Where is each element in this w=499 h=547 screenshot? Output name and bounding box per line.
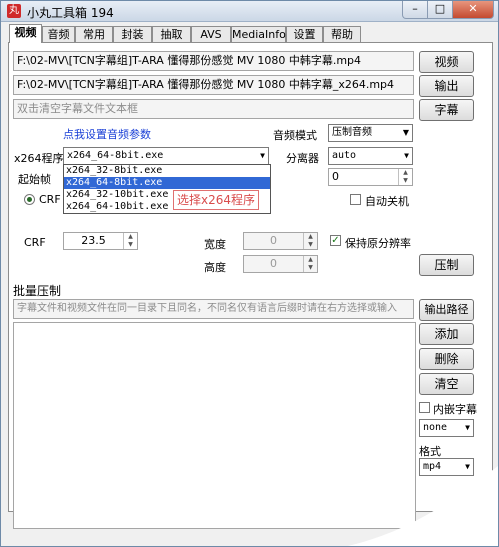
width-stepper[interactable]: 0 ▲ ▼ — [243, 232, 318, 250]
batch-title: 批量压制 — [13, 284, 62, 298]
chevron-down-icon: ▼ — [260, 151, 265, 160]
tab-settings[interactable]: 设置 — [286, 26, 323, 42]
close-button[interactable]: ✕ — [452, 1, 494, 19]
crf-radio[interactable] — [24, 194, 35, 205]
video-button[interactable]: 视频 — [419, 51, 474, 73]
stepper-arrows-icon[interactable]: ▲ ▼ — [303, 233, 317, 249]
crf-radio-label: CRF — [39, 193, 61, 206]
splitter-label: 分离器 — [286, 152, 319, 165]
crf-value: 23.5 — [81, 234, 106, 247]
width-label: 宽度 — [204, 238, 226, 251]
height-stepper[interactable]: 0 ▲ ▼ — [243, 255, 318, 273]
embed-subtitle-label: 内嵌字幕 — [433, 403, 477, 416]
delete-button[interactable]: 删除 — [419, 348, 474, 370]
auto-shutdown-checkbox[interactable] — [350, 194, 361, 205]
app-logo-icon: 丸 — [7, 4, 21, 18]
tab-audio[interactable]: 音频 — [42, 26, 75, 42]
stepper-arrows-icon[interactable]: ▲ ▼ — [398, 169, 412, 185]
output-path-button[interactable]: 输出路径 — [419, 299, 474, 321]
maximize-button[interactable]: □ — [427, 1, 453, 19]
subtitle-lang-select[interactable]: none ▼ — [419, 419, 474, 437]
dropdown-option[interactable]: x264_32-8bit.exe — [64, 165, 270, 177]
embed-subtitle-checkbox[interactable] — [419, 402, 430, 413]
stepper-arrows-icon[interactable]: ▲ ▼ — [303, 256, 317, 272]
annotation-callout: 选择x264程序 — [173, 190, 259, 210]
tab-help[interactable]: 帮助 — [323, 26, 361, 42]
x264-program-value: x264_64-8bit.exe — [67, 150, 164, 161]
audio-mode-label: 音频模式 — [273, 129, 317, 142]
stepper-arrows-icon[interactable]: ▲ ▼ — [123, 233, 137, 249]
auto-shutdown-label: 自动关机 — [365, 195, 409, 208]
audio-mode-select[interactable]: 压制音频 ▼ — [328, 124, 413, 142]
clear-button[interactable]: 清空 — [419, 373, 474, 395]
tab-mux[interactable]: 封装 — [113, 26, 152, 42]
crf-stepper[interactable]: 23.5 ▲ ▼ — [63, 232, 138, 250]
output-video-path[interactable]: F:\02-MV\[TCN字幕组]T-ARA 懂得那份感觉 MV 1080 中韩… — [13, 75, 414, 95]
dropdown-option-selected[interactable]: x264_64-8bit.exe — [64, 177, 270, 189]
subtitle-button[interactable]: 字幕 — [419, 99, 474, 121]
format-label: 格式 — [419, 445, 441, 458]
tab-common[interactable]: 常用 — [75, 26, 113, 42]
subtitle-path-field[interactable]: 双击清空字幕文件文本框 — [13, 99, 414, 119]
audio-mode-value: 压制音频 — [332, 127, 372, 138]
keep-resolution-label: 保持原分辨率 — [345, 237, 411, 250]
add-button[interactable]: 添加 — [419, 323, 474, 345]
splitter-select[interactable]: auto ▼ — [328, 147, 413, 165]
app-window: 丸 小丸工具箱 194 – □ ✕ 视频 音频 常用 封装 抽取 AVS Med… — [0, 0, 499, 547]
tab-video[interactable]: 视频 — [9, 24, 42, 43]
splitter-value: auto — [332, 150, 357, 161]
keep-resolution-checkbox[interactable]: ✓ — [330, 235, 341, 246]
height-label: 高度 — [204, 261, 226, 274]
start-frame-stepper[interactable]: 0 ▲ ▼ — [328, 168, 413, 186]
radio-dot-icon — [27, 197, 32, 202]
chevron-down-icon: ▼ — [402, 128, 409, 137]
x264-label: x264程序 — [14, 152, 64, 165]
batch-hint-field[interactable]: 字幕文件和视频文件在同一目录下且同名，不同名仅有语言后缀时请在右方选择或输入 — [13, 299, 414, 319]
height-value: 0 — [270, 257, 277, 270]
width-value: 0 — [270, 234, 277, 247]
tab-extract[interactable]: 抽取 — [152, 26, 191, 42]
chevron-down-icon: ▼ — [404, 151, 409, 160]
torn-edge-decoration — [348, 466, 498, 546]
minimize-button[interactable]: – — [402, 1, 428, 19]
crf-label: CRF — [24, 236, 46, 249]
x264-program-select[interactable]: x264_64-8bit.exe ▼ — [63, 147, 269, 165]
subtitle-lang-value: none — [423, 422, 448, 433]
audio-params-link[interactable]: 点我设置音频参数 — [63, 126, 151, 142]
window-title: 小丸工具箱 194 — [27, 6, 114, 20]
title-bar[interactable]: 丸 小丸工具箱 194 – □ ✕ — [1, 1, 498, 22]
tab-mediainfo[interactable]: MediaInfo — [231, 26, 286, 42]
start-frame-label: 起始帧 — [18, 173, 51, 186]
chevron-down-icon: ▼ — [465, 423, 470, 432]
start-frame-value: 0 — [332, 170, 339, 183]
tab-avs[interactable]: AVS — [191, 26, 231, 42]
encode-button[interactable]: 压制 — [419, 254, 474, 276]
output-button[interactable]: 输出 — [419, 75, 474, 97]
input-video-path[interactable]: F:\02-MV\[TCN字幕组]T-ARA 懂得那份感觉 MV 1080 中韩… — [13, 51, 414, 71]
